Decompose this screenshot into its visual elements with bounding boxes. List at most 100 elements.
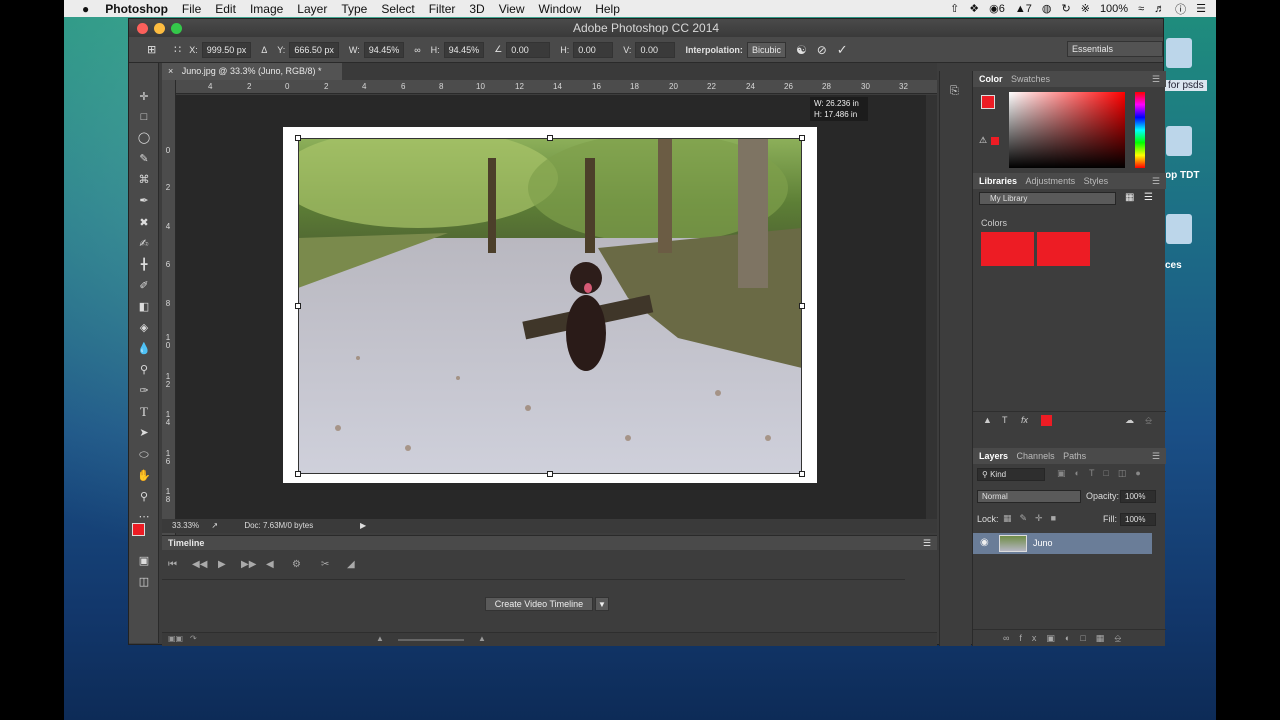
warp-icon[interactable]: ☯ — [796, 43, 807, 57]
layer-row-juno[interactable]: ◉ Juno — [973, 533, 1152, 554]
timeline-title[interactable]: Timeline — [168, 538, 204, 548]
screen-mode-icon[interactable]: ◫ — [136, 574, 152, 590]
workspace-select[interactable]: Essentials — [1067, 41, 1163, 57]
transform-handle-bc[interactable] — [547, 471, 553, 477]
menu-edit[interactable]: Edit — [215, 2, 236, 16]
canvas-vertical-scrollbar[interactable] — [926, 95, 937, 519]
tab-adjustments[interactable]: Adjustments — [1026, 176, 1076, 186]
next-frame-icon[interactable]: ▶▶ — [241, 559, 256, 570]
zoom-level[interactable]: 33.33% — [172, 521, 199, 530]
menu-3d[interactable]: 3D — [469, 2, 484, 16]
tab-paths[interactable]: Paths — [1063, 451, 1086, 461]
quick-select-tool-icon[interactable]: ✎ — [136, 151, 152, 167]
desktop-folder-icon[interactable] — [1166, 214, 1192, 244]
transform-handle-tl[interactable] — [295, 135, 301, 141]
visibility-eye-icon[interactable]: ◉ — [980, 537, 989, 548]
color-spectrum[interactable] — [1009, 92, 1125, 168]
add-graphic-icon[interactable]: ▲ — [983, 415, 992, 425]
lock-icons[interactable]: ▦✎✛■ — [1003, 513, 1064, 524]
x-field[interactable]: 999.50 px — [201, 41, 252, 58]
menu-type[interactable]: Type — [341, 2, 367, 16]
render-icon[interactable]: ↷ — [190, 634, 197, 643]
panel-menu-icon[interactable]: ☰ — [1152, 71, 1160, 87]
close-window-button[interactable] — [137, 23, 148, 34]
paint-bucket-tool-icon[interactable]: ◈ — [136, 320, 152, 336]
angle-field[interactable]: 0.00 — [506, 41, 551, 58]
first-frame-icon[interactable]: ⏮ — [168, 559, 177, 570]
tab-styles[interactable]: Styles — [1084, 176, 1109, 186]
info-icon[interactable]: ⓘ — [1175, 1, 1186, 17]
delta-icon[interactable]: Δ — [261, 45, 267, 55]
hskew-field[interactable]: 0.00 — [573, 41, 614, 58]
transition-icon[interactable]: ◢ — [347, 559, 355, 570]
menu-view[interactable]: View — [499, 2, 525, 16]
skype-icon[interactable]: ◍ — [1042, 2, 1052, 15]
hue-slider[interactable] — [1135, 92, 1145, 168]
layer-footer-icons[interactable]: ∞fx▣◐□▦⎒ — [1003, 633, 1131, 644]
tab-color[interactable]: Color — [979, 74, 1003, 84]
panel-menu-icon[interactable]: ☰ — [1152, 173, 1160, 189]
tab-libraries[interactable]: Libraries — [979, 176, 1017, 186]
opacity-field[interactable]: 100% — [1120, 490, 1156, 503]
hand-tool-icon[interactable]: ✋ — [136, 468, 152, 484]
cloud-icon[interactable]: ☁ — [1125, 415, 1134, 426]
tab-channels[interactable]: Channels — [1017, 451, 1055, 461]
marquee-tool-icon[interactable]: □ — [136, 109, 152, 125]
add-color-swatch[interactable] — [1041, 415, 1052, 426]
quick-mask-icon[interactable]: ▣ — [136, 553, 152, 569]
list-view-icon[interactable]: ☰ — [1144, 192, 1153, 203]
split-icon[interactable]: ✂ — [321, 559, 329, 570]
timeline-zoom-slider[interactable] — [398, 639, 464, 641]
reference-point-icon[interactable]: ∷ — [174, 43, 181, 56]
notification-icon[interactable]: ◉6 — [989, 2, 1005, 15]
ellipse-tool-icon[interactable]: ⬭ — [136, 447, 152, 463]
brush-tool-icon[interactable]: ✍ — [136, 236, 152, 252]
timeline-type-dropdown-icon[interactable]: ▼ — [595, 597, 609, 611]
menu-help[interactable]: Help — [595, 2, 620, 16]
library-select[interactable]: My Library — [979, 192, 1116, 205]
lasso-tool-icon[interactable]: ◯ — [136, 130, 152, 146]
bluetooth-icon[interactable]: ※ — [1081, 2, 1090, 15]
eyedropper-tool-icon[interactable]: ✒ — [136, 193, 152, 209]
gamut-warning-icon[interactable]: ⚠ — [979, 135, 987, 146]
menu-select[interactable]: Select — [381, 2, 414, 16]
create-video-timeline-button[interactable]: Create Video Timeline — [485, 597, 593, 611]
y-field[interactable]: 666.50 px — [289, 41, 339, 58]
blur-tool-icon[interactable]: 💧 — [136, 341, 152, 357]
path-select-tool-icon[interactable]: ➤ — [136, 425, 152, 441]
move-tool-icon[interactable]: ✛ — [136, 89, 152, 105]
prev-frame-icon[interactable]: ◀◀ — [192, 559, 207, 570]
desktop-folder-icon[interactable] — [1166, 126, 1192, 156]
foreground-color-swatch[interactable] — [132, 523, 145, 536]
list-icon[interactable]: ☰ — [1196, 2, 1206, 15]
stamp-tool-icon[interactable]: ╋ — [136, 257, 152, 273]
vertical-ruler[interactable]: 0 2 4 6 8 1 0 1 2 1 4 1 6 1 8 — [162, 80, 176, 535]
adobe-icon[interactable]: ▲7 — [1015, 3, 1032, 15]
gamut-color-swatch[interactable] — [991, 137, 999, 145]
library-color-1[interactable] — [981, 232, 1034, 266]
library-color-2[interactable] — [1037, 232, 1090, 266]
menu-file[interactable]: File — [182, 2, 201, 16]
trash-icon[interactable]: ⎒ — [1145, 415, 1152, 426]
layer-filter-icons[interactable]: ▣◐T□◫● — [1057, 468, 1150, 479]
add-fx-icon[interactable]: fx — [1021, 415, 1028, 425]
frame-rate-icon[interactable]: ▣▣ — [168, 634, 183, 643]
audio-icon[interactable]: ◀ — [266, 559, 274, 570]
tab-layers[interactable]: Layers — [979, 451, 1008, 461]
document-tab[interactable]: × Juno.jpg @ 33.3% (Juno, RGB/8) * — [162, 63, 342, 80]
type-tool-icon[interactable]: T — [136, 404, 152, 420]
color-fg-swatch[interactable] — [981, 95, 995, 109]
transform-handle-tr[interactable] — [799, 135, 805, 141]
link-icon[interactable]: ∞ — [414, 45, 420, 55]
apple-icon[interactable]: ● — [82, 2, 89, 16]
history-brush-tool-icon[interactable]: ✐ — [136, 278, 152, 294]
eraser-tool-icon[interactable]: ◧ — [136, 299, 152, 315]
panel-menu-icon[interactable]: ☰ — [1152, 448, 1160, 464]
zoom-window-button[interactable] — [171, 23, 182, 34]
timeline-menu-icon[interactable]: ☰ — [923, 536, 931, 550]
timemachine-icon[interactable]: ↻ — [1062, 2, 1071, 15]
tab-swatches[interactable]: Swatches — [1011, 74, 1050, 84]
h-field[interactable]: 94.45% — [443, 41, 485, 58]
menu-layer[interactable]: Layer — [297, 2, 327, 16]
export-icon[interactable]: ↗ — [211, 521, 218, 530]
